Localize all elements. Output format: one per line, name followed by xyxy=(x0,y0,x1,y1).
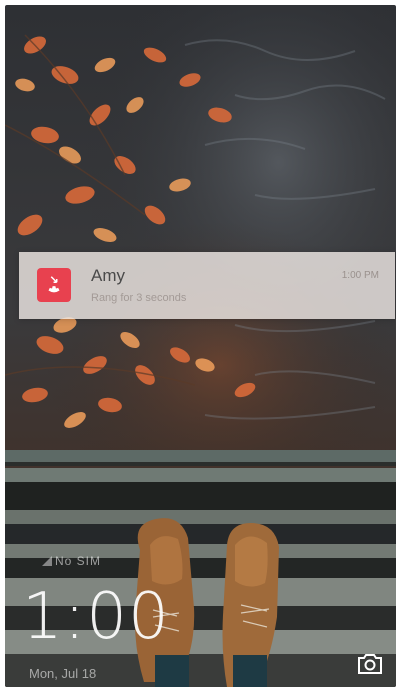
clock: 1:00 xyxy=(22,580,170,654)
missed-call-notification[interactable]: Amy Rang for 3 seconds 1:00 PM xyxy=(19,252,395,319)
notification-title: Amy xyxy=(91,266,125,285)
date: Mon, Jul 18 xyxy=(29,666,97,681)
missed-call-icon xyxy=(37,268,71,302)
sim-status: No SIM xyxy=(41,554,101,568)
lock-screen: Amy Rang for 3 seconds 1:00 PM No SIM 1:… xyxy=(5,5,396,687)
notification-time: 1:00 PM xyxy=(341,270,379,281)
notification-subtitle: Rang for 3 seconds xyxy=(91,292,187,304)
camera-icon[interactable] xyxy=(356,652,384,676)
sim-status-text: No SIM xyxy=(55,554,102,568)
signal-icon xyxy=(42,556,52,566)
